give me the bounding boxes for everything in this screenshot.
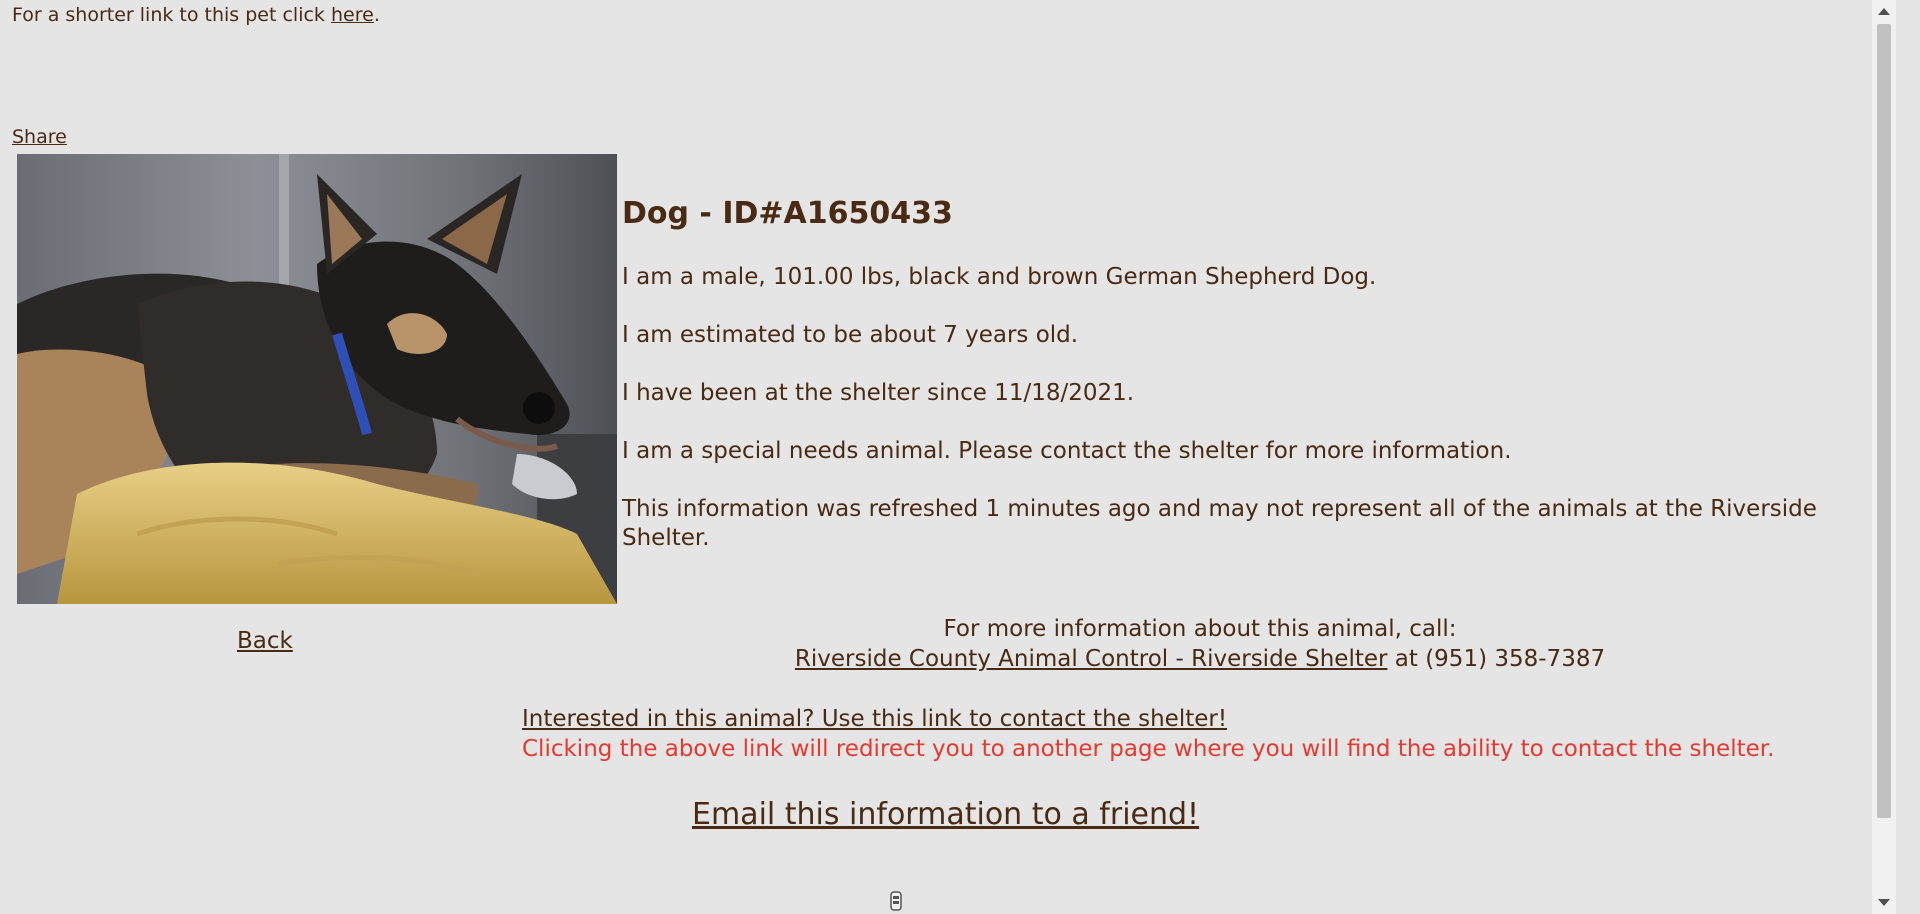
vertical-scrollbar[interactable]	[1872, 0, 1896, 914]
short-link-here[interactable]: here	[331, 4, 374, 26]
animal-info: Dog - ID#A1650433 I am a male, 101.00 lb…	[622, 196, 1894, 582]
short-link-suffix: .	[373, 4, 380, 26]
animal-intake-date: I have been at the shelter since 11/18/2…	[622, 380, 1135, 406]
scrollbar-thumb[interactable]	[1877, 24, 1891, 818]
call-heading: For more information about this animal, …	[943, 616, 1457, 642]
pet-detail-page: For a shorter link to this pet click her…	[0, 0, 1896, 914]
dog-photo-icon	[17, 154, 617, 604]
share-link[interactable]: Share	[12, 126, 67, 148]
scroll-up-icon[interactable]	[1878, 8, 1890, 15]
refresh-notice: This information was refreshed 1 minutes…	[622, 496, 1817, 551]
email-friend-link[interactable]: Email this information to a friend!	[692, 797, 1199, 832]
call-connector: at	[1387, 646, 1426, 672]
short-link-prefix: For a shorter link to this pet click	[12, 4, 331, 26]
call-details: Riverside County Animal Control - Rivers…	[0, 644, 1920, 674]
scroll-down-icon[interactable]	[1878, 899, 1890, 906]
short-link-line: For a shorter link to this pet click her…	[12, 4, 380, 26]
animal-title: Dog - ID#A1650433	[622, 196, 953, 231]
animal-special-needs: I am a special needs animal. Please cont…	[622, 438, 1512, 464]
call-info: For more information about this animal, …	[0, 614, 1920, 674]
contact-section: Interested in this animal? Use this link…	[522, 704, 1774, 764]
loading-icon	[890, 891, 902, 911]
animal-description: I am a male, 101.00 lbs, black and brown…	[622, 264, 1377, 290]
contact-shelter-link[interactable]: Interested in this animal? Use this link…	[522, 706, 1227, 732]
animal-age: I am estimated to be about 7 years old.	[622, 322, 1079, 348]
redirect-warning: Clicking the above link will redirect yo…	[522, 736, 1775, 762]
dog-photo	[17, 154, 617, 604]
shelter-link[interactable]: Riverside County Animal Control - Rivers…	[795, 646, 1388, 672]
shelter-phone: (951) 358-7387	[1425, 646, 1606, 672]
